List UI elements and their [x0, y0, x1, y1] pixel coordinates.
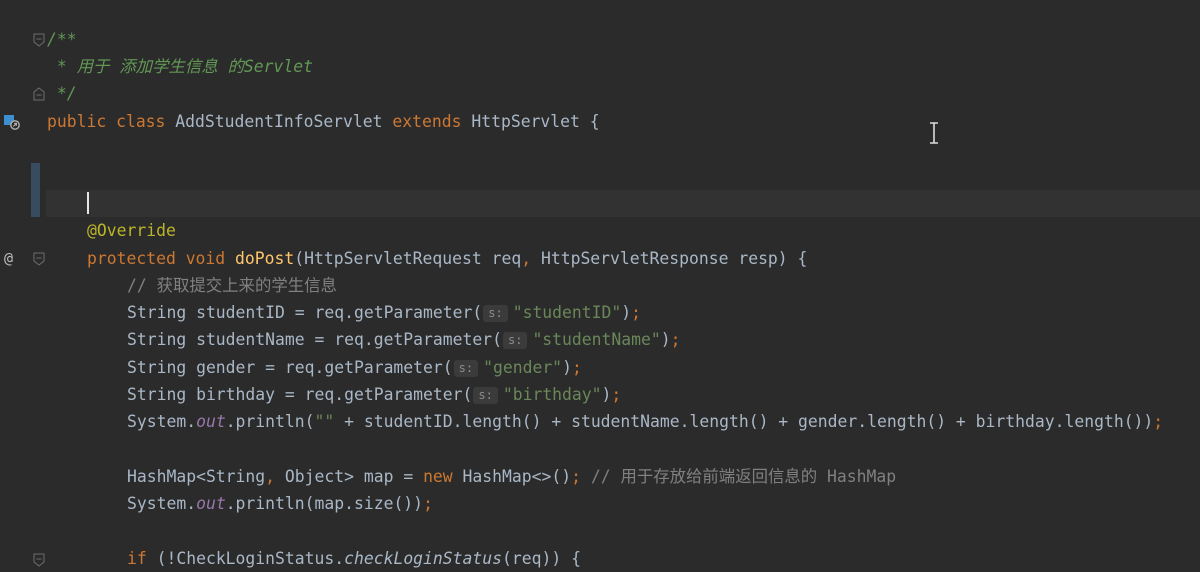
- code-line-text: public class AddStudentInfoServlet exten…: [47, 108, 600, 135]
- code-token: checkLoginStatus: [344, 549, 502, 568]
- code-line-line-println-1[interactable]: System.out.println("" + studentID.length…: [0, 408, 1200, 435]
- code-token: (!CheckLoginStatus.: [156, 549, 345, 568]
- code-line-blank-2[interactable]: [0, 177, 1200, 204]
- code-line-doc-open[interactable]: /**: [0, 26, 1200, 53]
- code-token: protected: [87, 249, 186, 268]
- code-line-blank-1[interactable]: [0, 145, 1200, 172]
- code-token: "studentName": [532, 330, 661, 349]
- code-token: ): [562, 358, 572, 377]
- code-token: AddStudentInfoServlet: [175, 112, 393, 131]
- code-line-line-gender[interactable]: String gender = req.getParameter(s: "gend…: [0, 354, 1200, 381]
- code-line-annotation[interactable]: @Override: [0, 217, 1200, 244]
- code-token: ): [660, 330, 671, 349]
- code-token: HashMap<>(): [462, 467, 572, 486]
- code-line-text: String birthday = req.getParameter(s: "bi…: [127, 381, 621, 408]
- code-token: String birthday = req.getParameter(: [127, 385, 473, 404]
- code-token: ;: [670, 330, 681, 349]
- code-token: (HttpServletRequest req: [294, 249, 522, 268]
- code-token: class: [116, 112, 176, 131]
- code-line-blank-4[interactable]: [0, 518, 1200, 545]
- code-token: ;: [423, 494, 433, 513]
- code-line-line-studentID[interactable]: String studentID = req.getParameter(s: "s…: [0, 299, 1200, 326]
- code-token: ;: [631, 303, 642, 322]
- code-line-text: protected void doPost(HttpServletRequest…: [87, 245, 807, 272]
- code-token: public: [47, 112, 117, 131]
- code-area[interactable]: /** * 用于 添加学生信息 的Servlet */ public class …: [0, 0, 1200, 569]
- code-line-line-if[interactable]: if (!CheckLoginStatus.checkLoginStatus(r…: [0, 545, 1200, 572]
- code-line-text: String studentName = req.getParameter(s:…: [127, 326, 680, 353]
- code-token: HashMap<String: [127, 467, 266, 486]
- code-token: ;: [571, 358, 582, 377]
- code-token: ;: [571, 467, 591, 486]
- code-token: ): [601, 385, 612, 404]
- code-token: extends: [392, 112, 472, 131]
- parameter-hint[interactable]: s:: [483, 305, 508, 322]
- code-token: void: [185, 249, 236, 268]
- code-token: String gender = req.getParameter(: [127, 358, 453, 377]
- code-line-line-studentName[interactable]: String studentName = req.getParameter(s:…: [0, 326, 1200, 353]
- code-token: HttpServlet {: [471, 112, 600, 131]
- code-line-text: String gender = req.getParameter(s: "gend…: [127, 354, 582, 381]
- code-line-comment-get[interactable]: // 获取提交上来的学生信息: [0, 272, 1200, 299]
- code-token: String studentName = req.getParameter(: [127, 330, 502, 349]
- code-line-line-hashmap[interactable]: HashMap<String, Object> map = new HashMa…: [0, 463, 1200, 490]
- code-line-text: */: [47, 80, 77, 107]
- code-line-doc-close[interactable]: */: [0, 80, 1200, 107]
- code-token: ;: [611, 385, 622, 404]
- text-caret: [87, 192, 89, 214]
- code-line-text: HashMap<String, Object> map = new HashMa…: [127, 463, 896, 490]
- code-line-text: if (!CheckLoginStatus.checkLoginStatus(r…: [127, 545, 581, 572]
- code-token: ,: [265, 467, 285, 486]
- code-token: doPost: [235, 249, 295, 268]
- code-token: out: [196, 412, 226, 431]
- code-token: + studentID.length() + studentName.lengt…: [334, 412, 1154, 431]
- mouse-ibeam-cursor-icon: [928, 122, 940, 144]
- code-token: String studentID = req.getParameter(: [127, 303, 483, 322]
- code-line-text: String studentID = req.getParameter(s: "s…: [127, 299, 641, 326]
- code-token: @Override: [87, 221, 176, 240]
- code-token: // 获取提交上来的学生信息: [127, 276, 337, 295]
- code-editor[interactable]: @ /** * 用于 添加学生信息 的Servlet */public clas…: [0, 0, 1200, 569]
- code-line-method-decl[interactable]: protected void doPost(HttpServletRequest…: [0, 245, 1200, 272]
- code-token: "gender": [483, 358, 563, 377]
- code-token: // 用于存放给前端返回信息的 HashMap: [590, 467, 897, 486]
- parameter-hint[interactable]: s:: [473, 387, 498, 404]
- code-token: "studentID": [512, 303, 622, 322]
- code-line-doc-body[interactable]: * 用于 添加学生信息 的Servlet: [0, 53, 1200, 80]
- code-line-class-decl[interactable]: public class AddStudentInfoServlet exten…: [0, 108, 1200, 135]
- code-token: ): [621, 303, 632, 322]
- code-token: .println(: [225, 412, 315, 431]
- code-token: System.: [127, 412, 197, 431]
- code-token: HttpServletResponse resp) {: [540, 249, 808, 268]
- code-line-text: @Override: [87, 217, 176, 244]
- code-line-line-println-2[interactable]: System.out.println(map.size());: [0, 490, 1200, 517]
- code-token: (req)) {: [502, 549, 581, 568]
- code-token: new: [423, 467, 463, 486]
- code-line-text: * 用于 添加学生信息 的Servlet: [47, 53, 313, 80]
- code-line-line-birthday[interactable]: String birthday = req.getParameter(s: "bi…: [0, 381, 1200, 408]
- code-line-text: System.out.println("" + studentID.length…: [127, 408, 1163, 435]
- code-token: ,: [521, 249, 541, 268]
- parameter-hint[interactable]: s:: [502, 332, 528, 349]
- code-token: "birthday": [502, 385, 602, 404]
- code-token: /**: [47, 30, 77, 49]
- code-line-text: // 获取提交上来的学生信息: [127, 272, 337, 299]
- code-token: System.: [127, 494, 197, 513]
- code-token: ;: [1153, 412, 1164, 431]
- code-token: */: [47, 84, 77, 103]
- code-token: if: [127, 549, 157, 568]
- code-token: Object> map =: [284, 467, 424, 486]
- code-line-text: /**: [47, 26, 77, 53]
- code-token: .println(map.size()): [225, 494, 424, 513]
- code-line-text: System.out.println(map.size());: [127, 490, 433, 517]
- code-token: out: [196, 494, 226, 513]
- parameter-hint[interactable]: s:: [453, 360, 479, 377]
- code-token: "": [314, 412, 335, 431]
- code-token: * 用于 添加学生信息 的Servlet: [47, 57, 313, 76]
- code-line-blank-3[interactable]: [0, 436, 1200, 463]
